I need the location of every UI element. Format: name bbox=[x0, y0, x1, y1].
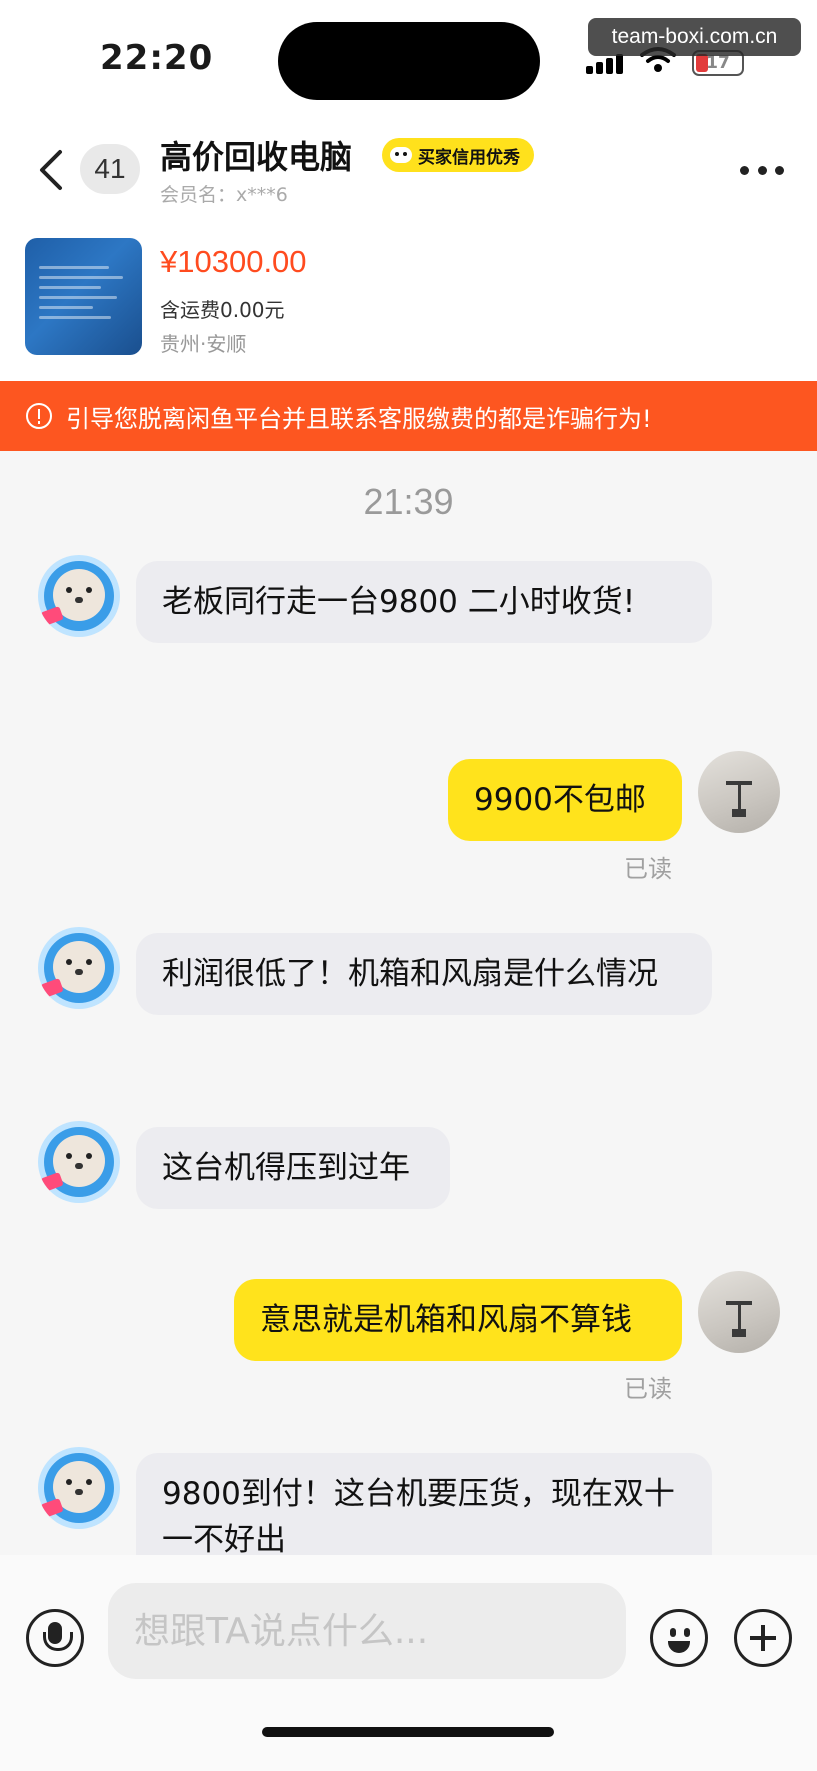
status-time: 22:20 bbox=[100, 38, 214, 78]
credit-badge: 买家信用优秀 bbox=[382, 138, 534, 172]
message-bubble-incoming[interactable]: 利润很低了！机箱和风扇是什么情况 bbox=[136, 933, 712, 1015]
message-bubble-incoming[interactable]: 老板同行走一台9800 二小时收货! bbox=[136, 561, 712, 643]
chat-title: 高价回收电脑 bbox=[160, 138, 353, 176]
seller-avatar[interactable] bbox=[38, 1447, 120, 1529]
product-card[interactable]: ¥10300.00 含运费0.00元 贵州·安顺 bbox=[0, 218, 817, 381]
product-thumbnail[interactable] bbox=[25, 238, 142, 355]
message-input-bar bbox=[0, 1555, 817, 1771]
member-name: 会员名：x***6 bbox=[160, 184, 288, 206]
fish-face-icon bbox=[390, 147, 412, 163]
my-avatar[interactable] bbox=[698, 751, 780, 833]
message-bubble-incoming[interactable]: 9800到付！这台机要压货，现在双十一不好出 bbox=[136, 1453, 712, 1555]
read-status: 已读 bbox=[624, 1375, 672, 1403]
alert-icon bbox=[26, 403, 52, 429]
home-indicator bbox=[262, 1727, 554, 1737]
seller-avatar[interactable] bbox=[38, 555, 120, 637]
fraud-warning-banner: 引导您脱离闲鱼平台并且联系客服缴费的都是诈骗行为! bbox=[0, 381, 817, 451]
product-price: ¥10300.00 bbox=[160, 244, 307, 279]
add-attachment-icon[interactable] bbox=[734, 1609, 792, 1667]
message-bubble-incoming[interactable]: 这台机得压到过年 bbox=[136, 1127, 450, 1209]
chat-messages[interactable]: 21:39 老板同行走一台9800 二小时收货! 9900不包邮 已读 利润很低… bbox=[0, 451, 817, 1555]
seller-avatar[interactable] bbox=[38, 1121, 120, 1203]
message-bubble-outgoing[interactable]: 9900不包邮 bbox=[448, 759, 682, 841]
back-arrow-icon[interactable] bbox=[36, 148, 66, 192]
dynamic-island bbox=[278, 22, 540, 100]
message-bubble-outgoing[interactable]: 意思就是机箱和风扇不算钱 bbox=[234, 1279, 682, 1361]
emoji-icon[interactable] bbox=[650, 1609, 708, 1667]
message-timestamp: 21:39 bbox=[363, 481, 454, 522]
unread-count-badge[interactable]: 41 bbox=[80, 144, 140, 194]
watermark: team-boxi.com.cn bbox=[588, 18, 801, 56]
read-status: 已读 bbox=[624, 855, 672, 883]
status-bar: 22:20 17 team-boxi.com.cn bbox=[0, 0, 817, 118]
message-input[interactable] bbox=[108, 1583, 626, 1679]
microphone-icon[interactable] bbox=[26, 1609, 84, 1667]
product-location: 贵州·安顺 bbox=[160, 332, 247, 356]
credit-badge-label: 买家信用优秀 bbox=[418, 147, 520, 168]
warning-text: 引导您脱离闲鱼平台并且联系客服缴费的都是诈骗行为! bbox=[66, 404, 652, 433]
more-options-icon[interactable] bbox=[740, 166, 784, 178]
seller-avatar[interactable] bbox=[38, 927, 120, 1009]
chat-header: 41 高价回收电脑 买家信用优秀 会员名：x***6 bbox=[0, 118, 817, 218]
my-avatar[interactable] bbox=[698, 1271, 780, 1353]
shipping-fee: 含运费0.00元 bbox=[160, 298, 285, 322]
